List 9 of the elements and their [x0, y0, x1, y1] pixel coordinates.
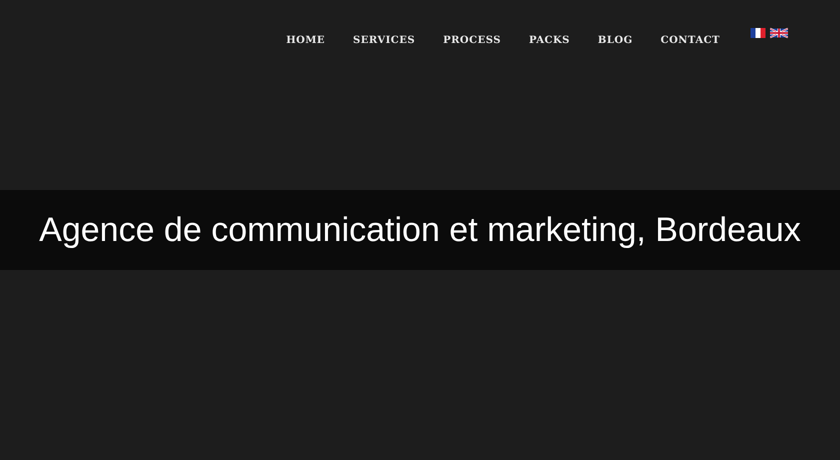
nav-link[interactable]: PROCESS: [443, 33, 501, 48]
page-title: Agence de communication et marketing, Bordeaux: [39, 210, 801, 250]
nav-link[interactable]: PACKS: [528, 33, 570, 48]
nav-link[interactable]: HOME: [286, 33, 326, 48]
nav-link[interactable]: CONTACT: [660, 33, 720, 48]
british-flag-icon[interactable]: [770, 28, 788, 38]
nav-link[interactable]: SERVICES: [353, 33, 416, 48]
nav-link[interactable]: BLOG: [598, 33, 633, 48]
french-flag-icon[interactable]: [748, 28, 768, 38]
